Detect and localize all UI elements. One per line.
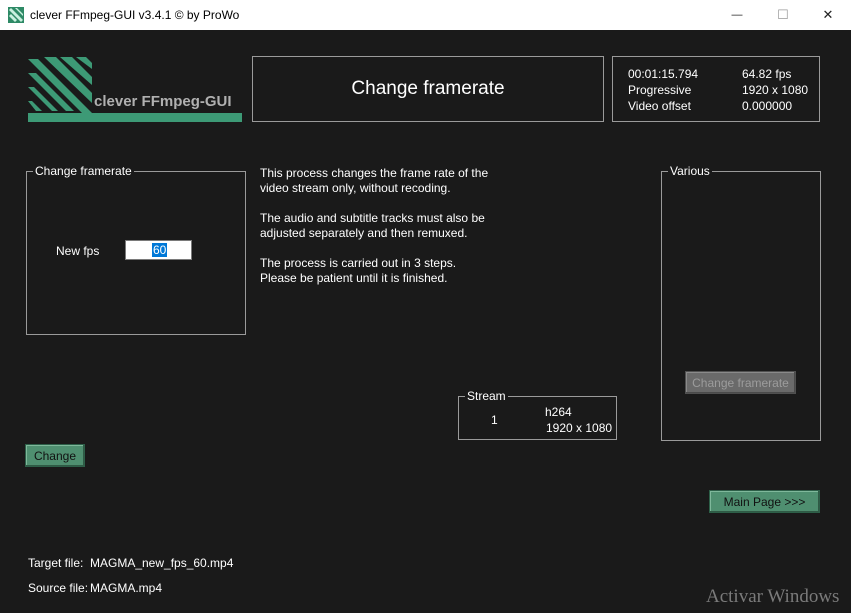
- description-line: The audio and subtitle tracks must also …: [260, 211, 485, 225]
- app-icon: [8, 7, 24, 23]
- description-line: adjusted separately and then remuxed.: [260, 226, 468, 240]
- stream-index: 1: [491, 413, 498, 427]
- logo-text: clever FFmpeg-GUI: [94, 93, 232, 110]
- video-fps: 64.82 fps: [742, 67, 792, 81]
- windows-activation-watermark: Activar Windows: [706, 586, 840, 607]
- source-file-label: Source file:: [28, 581, 89, 595]
- group-legend: Various: [668, 164, 712, 178]
- source-file-value: MAGMA.mp4: [90, 581, 163, 595]
- page-title: Change framerate: [351, 78, 505, 99]
- main-page-button[interactable]: Main Page >>>: [709, 490, 820, 513]
- video-duration: 00:01:15.794: [628, 67, 699, 81]
- maximize-button[interactable]: ☐: [760, 0, 806, 30]
- target-file-value: MAGMA_new_fps_60.mp4: [90, 556, 234, 570]
- close-button[interactable]: ✕: [805, 0, 851, 30]
- new-fps-input[interactable]: 60: [125, 240, 192, 260]
- minimize-icon: —: [731, 9, 743, 21]
- change-button[interactable]: Change: [25, 444, 85, 467]
- minimize-button[interactable]: —: [714, 0, 760, 30]
- stream-group: Stream 1 h264 1920 x 1080: [458, 389, 617, 440]
- description-text: This process changes the frame rate of t…: [260, 166, 510, 286]
- stream-resolution: 1920 x 1080: [546, 421, 613, 435]
- description-line: This process changes the frame rate of t…: [260, 166, 489, 180]
- main-client-area: clever FFmpeg-GUI Change framerate 00:01…: [0, 30, 851, 613]
- various-group: Various Change framerate: [661, 164, 821, 441]
- description-line: Please be patient until it is finished.: [260, 271, 448, 285]
- window-title: clever FFmpeg-GUI v3.4.1 © by ProWo: [30, 8, 240, 22]
- app-logo: clever FFmpeg-GUI: [26, 55, 244, 125]
- title-bar: clever FFmpeg-GUI v3.4.1 © by ProWo — ☐ …: [0, 0, 851, 30]
- close-icon: ✕: [822, 7, 834, 22]
- stream-codec: h264: [545, 405, 572, 419]
- header-panel: Change framerate: [252, 56, 604, 122]
- group-legend: Change framerate: [33, 164, 134, 178]
- video-scan-type: Progressive: [628, 83, 692, 97]
- maximize-icon: ☐: [777, 7, 789, 22]
- video-resolution: 1920 x 1080: [742, 83, 809, 97]
- video-offset-value: 0.000000: [742, 99, 793, 113]
- description-line: The process is carried out in 3 steps.: [260, 256, 457, 270]
- change-framerate-group: Change framerate New fps 60: [26, 164, 246, 335]
- description-line: video stream only, without recoding.: [260, 181, 451, 195]
- target-file-label: Target file:: [28, 556, 84, 570]
- video-offset-label: Video offset: [628, 99, 691, 113]
- ffmpeg-logo-icon: [28, 57, 242, 122]
- change-framerate-button[interactable]: Change framerate: [685, 371, 796, 394]
- new-fps-label: New fps: [56, 244, 100, 258]
- group-legend: Stream: [465, 389, 508, 403]
- new-fps-value: 60: [152, 243, 168, 257]
- video-info-panel: 00:01:15.794 64.82 fps Progressive 1920 …: [612, 56, 820, 122]
